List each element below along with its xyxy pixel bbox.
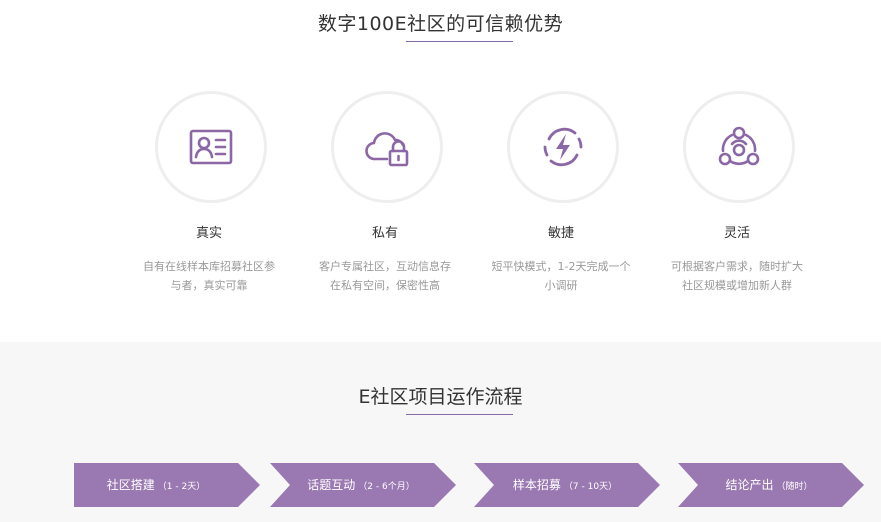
feature-title: 真实 bbox=[195, 226, 222, 241]
step-name: 样本招募 bbox=[512, 478, 561, 492]
feature-desc: 短平快模式，1-2天完成一个 小调研 bbox=[471, 257, 651, 295]
feature-desc: 可根据客户需求，随时扩大 社区规模或增加新人群 bbox=[647, 257, 827, 295]
feature-desc-line: 自有在线样本库招募社区参 bbox=[143, 260, 275, 273]
advantages-title: 数字100E社区的可信赖优势 bbox=[317, 13, 564, 35]
step-duration: （2 - 6个月） bbox=[358, 482, 415, 492]
feature-icon-circle bbox=[331, 91, 443, 203]
feature-desc-line: 与者，真实可靠 bbox=[170, 279, 248, 292]
feature-desc: 客户专属社区，互动信息存 在私有空间，保密性高 bbox=[295, 257, 475, 295]
step-label: 社区搭建 （1 - 2天） bbox=[74, 463, 238, 507]
page: 数字100E社区的可信赖优势 真实 自有在线样本库招募社区参 与者，真实可靠 私… bbox=[0, 0, 881, 522]
feature-desc: 自有在线样本库招募社区参 与者，真实可靠 bbox=[119, 257, 299, 295]
network-people-icon bbox=[718, 126, 760, 166]
step-name: 结论产出 bbox=[725, 478, 774, 492]
step-name: 社区搭建 bbox=[106, 478, 155, 492]
feature-desc-line: 小调研 bbox=[544, 279, 578, 292]
id-card-icon bbox=[189, 129, 233, 165]
feature-desc-line: 在私有空间，保密性高 bbox=[330, 279, 440, 292]
title-underline bbox=[406, 414, 513, 415]
cloud-lock-icon bbox=[365, 132, 409, 167]
step-duration: （7 - 10天） bbox=[563, 482, 618, 492]
step-name: 话题互动 bbox=[307, 478, 356, 492]
process-title: E社区项目运作流程 bbox=[358, 386, 523, 408]
title-underline bbox=[406, 41, 513, 42]
feature-desc-line: 短平快模式，1-2天完成一个 bbox=[491, 260, 631, 273]
feature-desc-line: 社区规模或增加新人群 bbox=[682, 279, 792, 292]
feature-title: 敏捷 bbox=[547, 226, 574, 241]
step-label: 样本招募 （7 - 10天） bbox=[490, 463, 640, 507]
feature-title: 灵活 bbox=[723, 226, 750, 241]
feature-desc-line: 客户专属社区，互动信息存 bbox=[319, 260, 451, 273]
feature-icon-circle bbox=[155, 91, 267, 203]
feature-icon-circle bbox=[683, 91, 795, 203]
advantages-section: 数字100E社区的可信赖优势 真实 自有在线样本库招募社区参 与者，真实可靠 私… bbox=[0, 0, 881, 342]
lightning-cycle-icon bbox=[543, 127, 583, 167]
process-section: E社区项目运作流程 社区搭建 （1 - 2天） 话题互动 （2 - 6个月） 样… bbox=[0, 342, 881, 522]
feature-desc-line: 可根据客户需求，随时扩大 bbox=[671, 260, 803, 273]
step-label: 结论产出 （随时） bbox=[694, 463, 844, 507]
feature-title: 私有 bbox=[371, 226, 398, 241]
step-duration: （1 - 2天） bbox=[157, 482, 206, 492]
step-duration: （随时） bbox=[776, 482, 813, 492]
step-label: 话题互动 （2 - 6个月） bbox=[286, 463, 436, 507]
feature-icon-circle bbox=[507, 91, 619, 203]
